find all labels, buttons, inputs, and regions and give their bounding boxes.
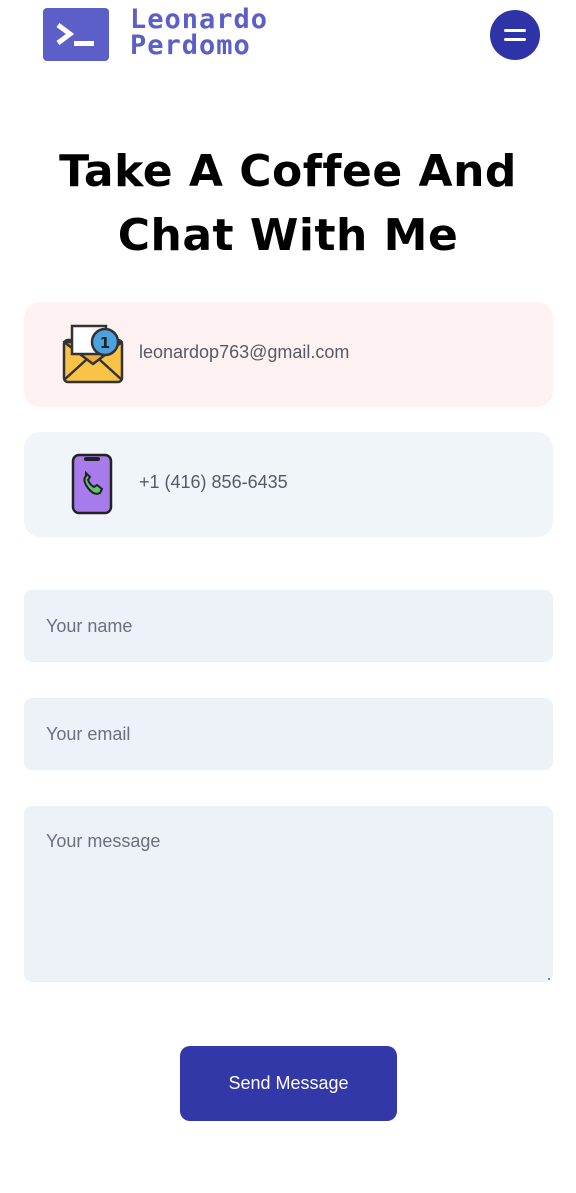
name-field-placeholder: Your name bbox=[46, 616, 133, 636]
phone-number[interactable]: +1 (416) 856-6435 bbox=[139, 472, 288, 493]
email-address[interactable]: leonardop763@gmail.com bbox=[139, 342, 349, 363]
email-field-placeholder: Your email bbox=[46, 724, 131, 744]
hamburger-menu-icon-line bbox=[504, 38, 526, 41]
brand-name-line2: Perdomo bbox=[130, 30, 251, 61]
resize-handle[interactable] bbox=[548, 978, 550, 980]
email-field[interactable]: Your email bbox=[24, 698, 553, 770]
message-field-placeholder: Your message bbox=[46, 831, 161, 851]
page-title-line1: Take A Coffee And bbox=[59, 146, 517, 197]
email-card[interactable]: 1 leonardop763@gmail.com bbox=[24, 302, 553, 407]
page-title-line2: Chat With Me bbox=[117, 210, 459, 261]
smartphone-icon bbox=[62, 452, 124, 518]
message-field[interactable]: Your message bbox=[24, 806, 553, 982]
hamburger-menu-button[interactable] bbox=[490, 10, 540, 60]
brand-name[interactable]: Leonardo Perdomo bbox=[130, 6, 268, 61]
phone-card[interactable]: +1 (416) 856-6435 bbox=[24, 432, 553, 537]
hamburger-menu-icon bbox=[504, 29, 526, 32]
envelope-icon: 1 bbox=[62, 322, 124, 388]
page-title: Take A Coffee And Chat With Me bbox=[0, 140, 576, 268]
email-badge: 1 bbox=[100, 334, 110, 352]
send-message-button[interactable]: Send Message bbox=[180, 1046, 397, 1121]
name-field[interactable]: Your name bbox=[24, 590, 553, 662]
header: Leonardo Perdomo bbox=[0, 0, 576, 70]
terminal-icon[interactable] bbox=[43, 8, 109, 61]
